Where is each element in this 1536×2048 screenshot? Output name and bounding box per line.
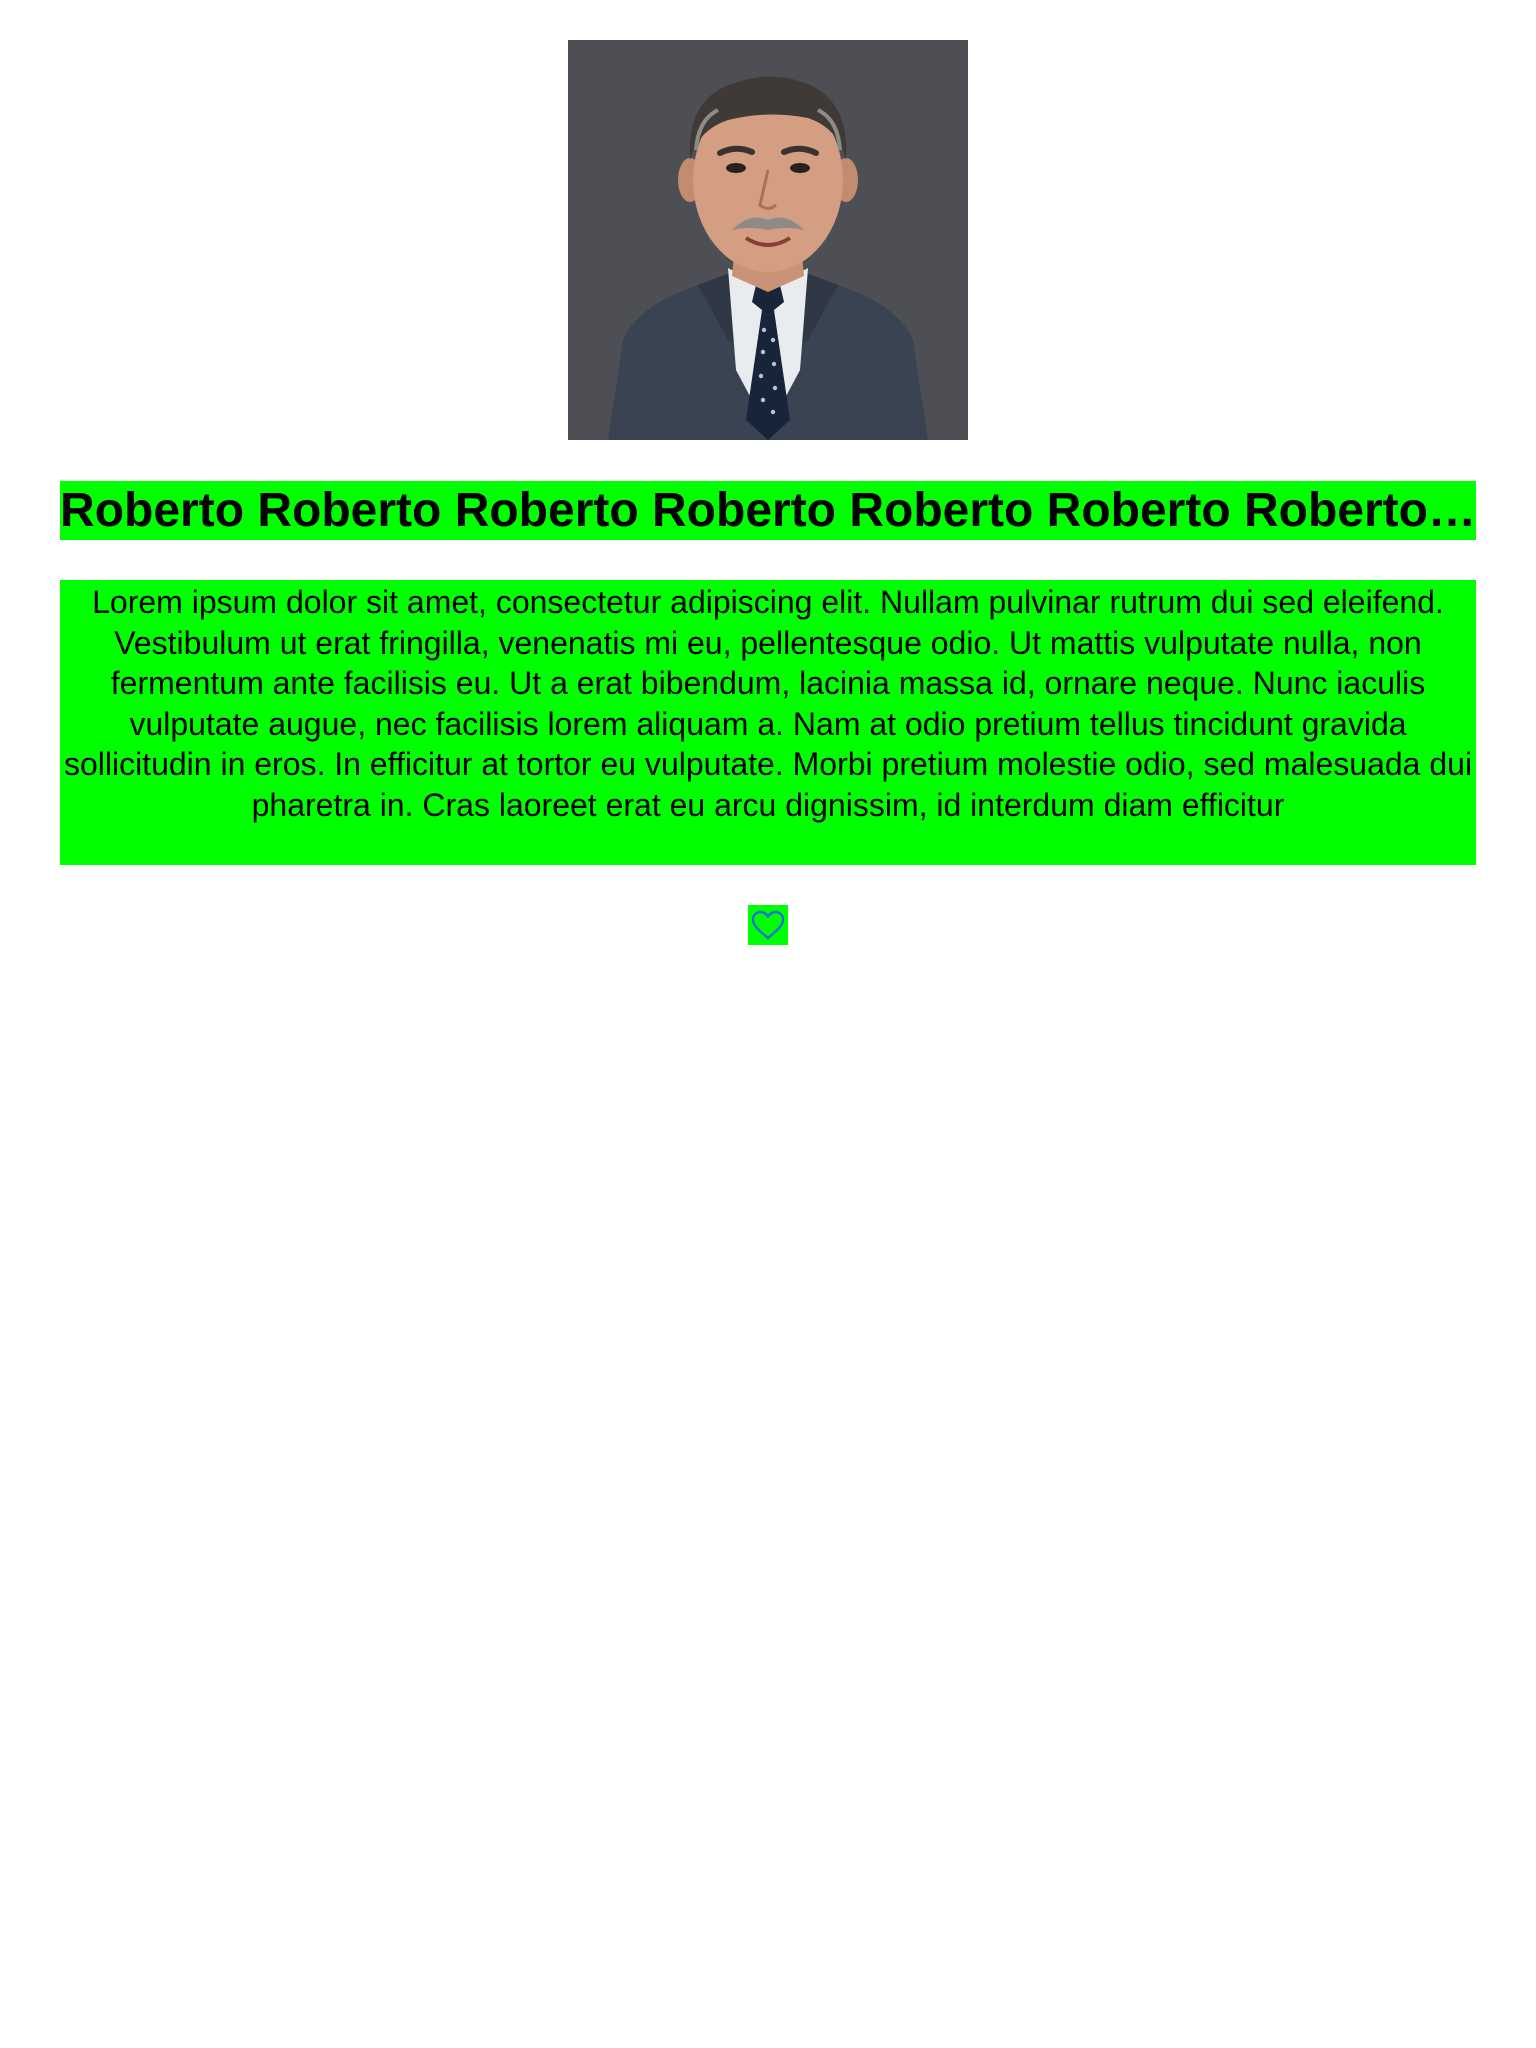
favorite-button[interactable]	[748, 905, 788, 945]
profile-bio: Lorem ipsum dolor sit amet, consectetur …	[60, 580, 1476, 865]
profile-photo	[568, 40, 968, 440]
heart-outline-icon	[751, 910, 785, 940]
portrait-image	[568, 40, 968, 440]
profile-name: Roberto Roberto Roberto Roberto Roberto …	[60, 481, 1476, 540]
